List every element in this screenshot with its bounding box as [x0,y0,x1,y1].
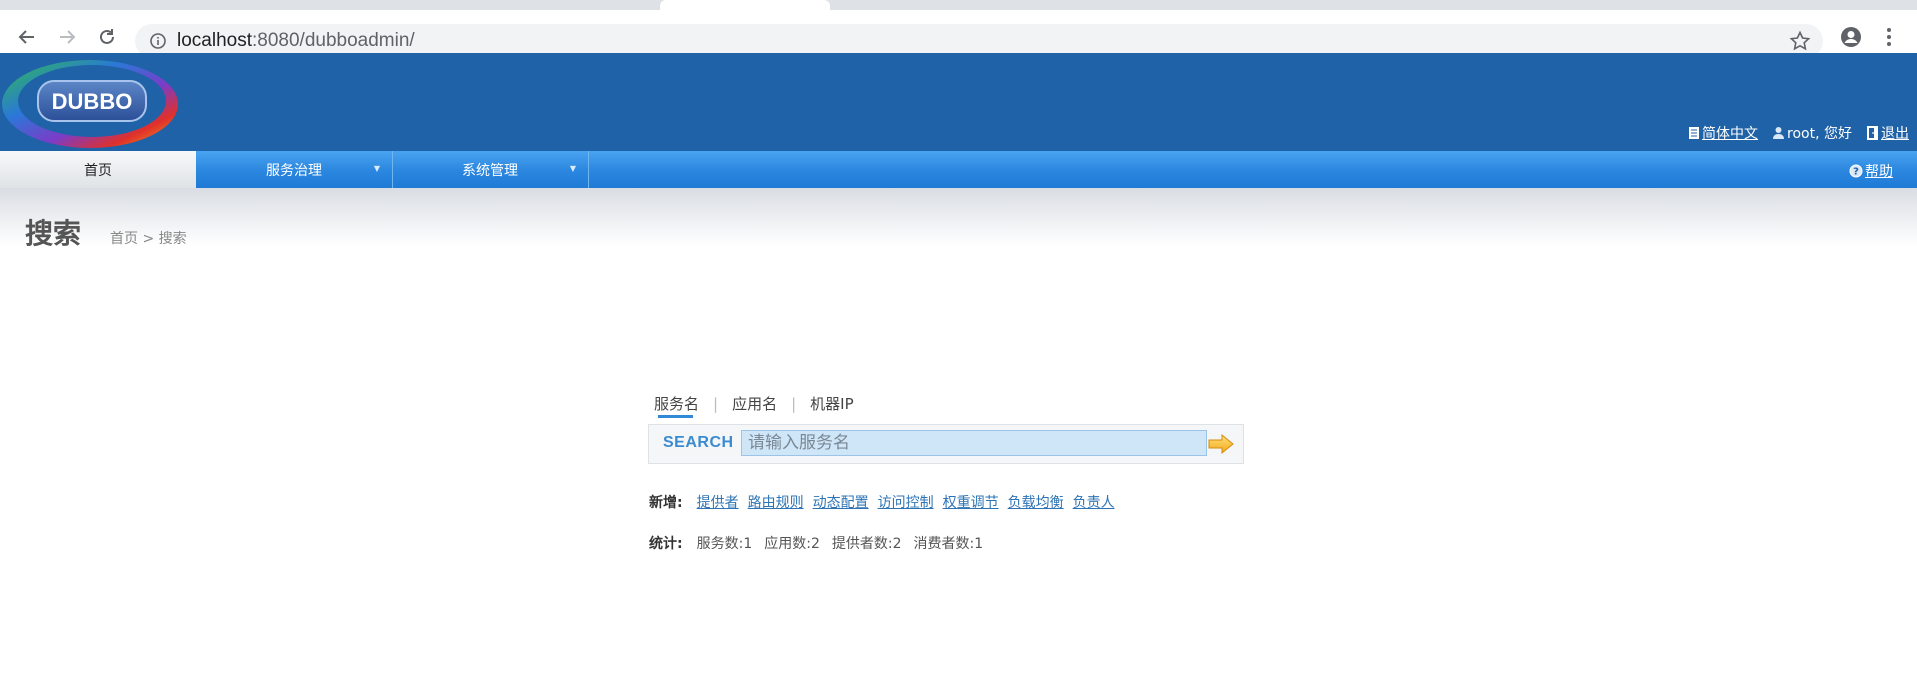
kebab-menu-icon[interactable] [1884,26,1894,48]
info-icon[interactable] [149,32,167,50]
page-title-area: 搜索 首页 > 搜索 [0,188,1917,260]
svg-text:?: ? [1853,167,1859,178]
search-input[interactable] [741,430,1207,456]
browser-active-tab[interactable] [660,0,830,10]
quick-add-row: 新增: 提供者 路由规则 动态配置 访问控制 权重调节 负载均衡 负责人 [649,492,1124,512]
help-link[interactable]: ? 帮助 [1849,161,1893,181]
stat-provider-count: 提供者数:2 [831,536,902,552]
tab-separator: | [791,394,797,413]
help-label: 帮助 [1865,164,1893,180]
add-provider-link[interactable]: 提供者 [697,492,739,512]
reload-icon [100,29,114,44]
bookmark-star-icon[interactable] [1789,30,1811,52]
add-weight-adjust-link[interactable]: 权重调节 [943,492,999,512]
nav-item-label: 首页 [84,162,112,179]
browser-tab-strip [0,0,1917,10]
nav-item-home[interactable]: 首页 [0,151,196,188]
main-navbar: 首页 服务治理 ▼ 系统管理 ▼ ? 帮助 [0,151,1917,188]
logout-link[interactable]: 退出 [1866,123,1909,143]
add-dynamic-config-link[interactable]: 动态配置 [813,492,869,512]
language-link[interactable]: 简体中文 [1688,123,1758,143]
arrow-right-icon [60,30,76,44]
tab-machine-ip[interactable]: 机器IP [810,393,853,414]
user-greeting: root, 您好 [1787,126,1852,142]
url-text[interactable]: localhost:8080/dubboadmin/ [177,30,415,52]
dropdown-arrow-icon: ▼ [569,164,576,173]
stats-label: 统计: [649,536,683,552]
forward-button[interactable] [56,26,78,48]
account-icon[interactable] [1840,26,1862,48]
dubbo-logo[interactable]: DUBBO [0,57,182,151]
quick-add-label: 新增: [649,495,683,511]
add-route-rule-link[interactable]: 路由规则 [748,492,804,512]
breadcrumb: 首页 > 搜索 [110,231,187,247]
url-host: localhost [177,30,252,51]
stat-consumer-count: 消费者数:1 [913,536,984,552]
nav-item-system-management[interactable]: 系统管理 ▼ [392,151,588,188]
tab-app-name[interactable]: 应用名 [732,393,777,414]
logout-door-icon [1867,126,1878,140]
user-info: root, 您好 [1772,123,1852,143]
stats-row: 统计: 服务数:1 应用数:2 提供者数:2 消费者数:1 [649,533,995,553]
stat-service-count: 服务数:1 [696,536,753,552]
tab-separator: | [713,394,719,413]
add-owner-link[interactable]: 负责人 [1073,492,1115,512]
app-header: DUBBO 简体中文 root, 您好 退出 [0,53,1917,151]
nav-item-service-governance[interactable]: 服务治理 ▼ [196,151,392,188]
active-tab-indicator [658,415,693,418]
browser-toolbar: localhost:8080/dubboadmin/ [0,10,1917,58]
search-type-tabs: 服务名 | 应用名 | 机器IP [654,393,854,414]
header-links: 简体中文 root, 您好 退出 [1674,123,1909,143]
add-load-balance-link[interactable]: 负载均衡 [1008,492,1064,512]
url-path: :8080/dubboadmin/ [252,30,415,51]
tab-service-name[interactable]: 服务名 [654,393,699,414]
language-label: 简体中文 [1702,126,1759,142]
logout-label: 退出 [1881,126,1909,142]
reload-button[interactable] [96,26,118,48]
nav-item-label: 服务治理 [266,162,322,179]
user-icon [1773,127,1785,139]
search-submit-button[interactable] [1206,431,1236,457]
document-icon [1689,127,1700,139]
dropdown-arrow-icon: ▼ [373,164,380,173]
help-icon: ? [1849,164,1863,178]
logo-text: DUBBO [52,89,133,114]
arrow-right-icon [1208,433,1234,455]
page-title: 搜索 [25,217,82,250]
arrow-left-icon [18,30,34,44]
nav-divider [588,151,589,188]
back-button[interactable] [16,26,38,48]
search-label: SEARCH [663,434,734,451]
search-box: SEARCH [648,424,1244,464]
stat-app-count: 应用数:2 [764,536,820,552]
add-access-control-link[interactable]: 访问控制 [878,492,934,512]
nav-item-label: 系统管理 [462,162,518,179]
